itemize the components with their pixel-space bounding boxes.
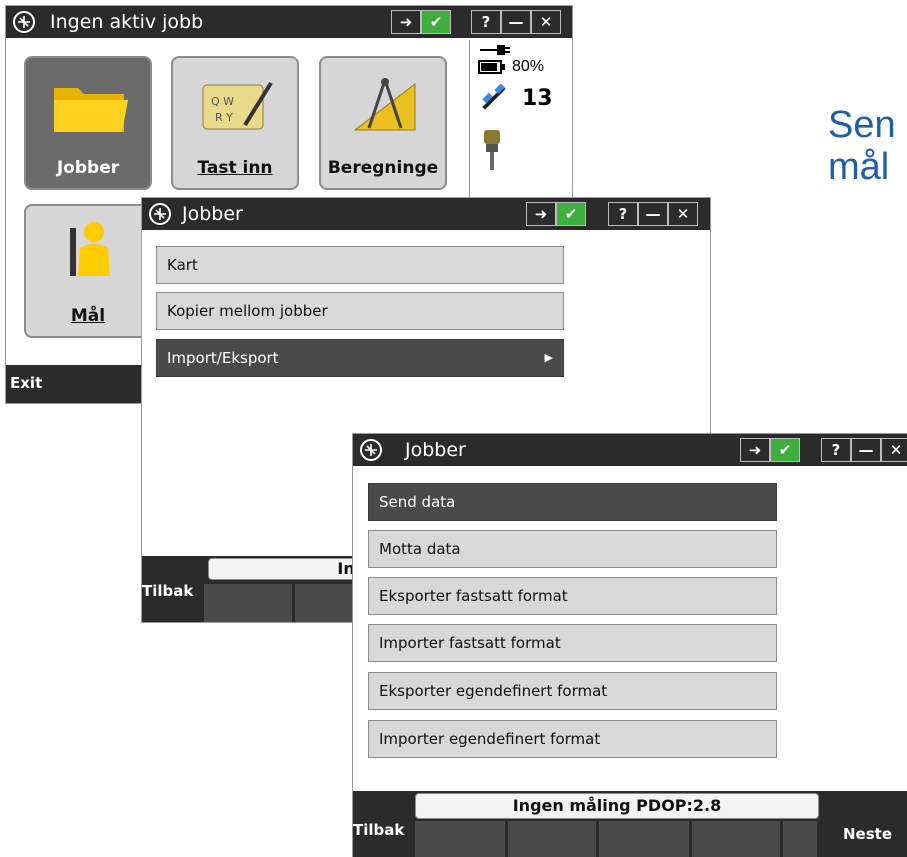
menu-item-label: Send data xyxy=(379,493,456,511)
softkey[interactable] xyxy=(599,821,689,857)
trimble-logo-icon xyxy=(13,11,35,33)
check-icon[interactable]: ✔ xyxy=(421,10,451,34)
help-button[interactable]: ? xyxy=(471,10,501,34)
back-button[interactable]: Tilbak xyxy=(142,582,193,600)
folder-icon xyxy=(54,88,128,132)
window-title: Jobber xyxy=(182,203,243,225)
status-bar: Ingen måling PDOP:2.8 xyxy=(415,793,819,819)
menu-item-motta-data[interactable]: Motta data xyxy=(368,530,777,568)
window-title: Ingen aktiv jobb xyxy=(50,11,204,33)
help-button[interactable]: ? xyxy=(821,438,851,462)
tile-label: Jobber xyxy=(56,158,120,178)
svg-text:R Y: R Y xyxy=(215,111,233,124)
menu-item-eksporter-fastsatt-format[interactable]: Eksporter fastsatt format xyxy=(368,577,777,615)
tile-label: Beregninge xyxy=(327,158,439,178)
gnss-receiver-icon xyxy=(484,130,500,170)
slide-heading-line2: mål xyxy=(828,146,890,188)
battery-level: 80% xyxy=(512,58,545,75)
compass-triangle-icon xyxy=(353,78,416,131)
menu-item-label: Eksporter fastsatt format xyxy=(379,587,568,605)
connect-icon[interactable]: ➜ xyxy=(391,10,421,34)
tile-beregninger[interactable]: Beregninge xyxy=(319,56,447,190)
exit-button[interactable]: Exit xyxy=(10,374,42,392)
bottom-bar: Ingen måling PDOP:2.8 Tilbak Neste xyxy=(353,791,907,857)
title-bar: Jobber ➜ ✔ ? — ✕ xyxy=(353,434,907,466)
check-icon[interactable]: ✔ xyxy=(770,438,800,462)
connect-icon[interactable]: ➜ xyxy=(526,202,556,226)
next-button[interactable]: Neste xyxy=(843,825,892,843)
menu-item-import-eksport[interactable]: Import/Eksport ▶ xyxy=(156,339,564,377)
window-title: Jobber xyxy=(405,439,466,461)
satellite-count: 13 xyxy=(522,86,553,111)
back-button[interactable]: Tilbak xyxy=(353,821,404,839)
menu-item-importer-fastsatt-format[interactable]: Importer fastsatt format xyxy=(368,624,777,662)
softkey[interactable] xyxy=(204,584,292,622)
menu-item-label: Kopier mellom jobber xyxy=(167,302,328,320)
menu-item-send-data[interactable]: Send data xyxy=(368,483,777,521)
tile-jobber[interactable]: Jobber xyxy=(24,56,152,190)
close-button[interactable]: ✕ xyxy=(531,10,561,34)
title-bar: Jobber ➜ ✔ ? — ✕ xyxy=(142,198,710,230)
softkey[interactable] xyxy=(692,821,780,857)
menu-item-importer-egendefinert-format[interactable]: Importer egendefinert format xyxy=(368,720,777,758)
status-text: Ingen måling PDOP:2.8 xyxy=(512,796,722,815)
jobber-submenu-window: Jobber ➜ ✔ ? — ✕ Send data Motta data Ek… xyxy=(352,433,907,857)
menu-item-label: Eksporter egendefinert format xyxy=(379,682,608,700)
softkey[interactable] xyxy=(508,821,596,857)
connect-icon[interactable]: ➜ xyxy=(740,438,770,462)
tile-tast-inn[interactable]: Q W R Y Tast inn xyxy=(171,56,299,190)
menu-item-kart[interactable]: Kart xyxy=(156,246,564,284)
menu-item-label: Kart xyxy=(167,256,198,274)
softkey[interactable] xyxy=(295,584,353,622)
check-icon[interactable]: ✔ xyxy=(556,202,586,226)
minimize-button[interactable]: — xyxy=(501,10,531,34)
help-button[interactable]: ? xyxy=(608,202,638,226)
surveyor-icon xyxy=(70,222,110,276)
menu-item-label: Import/Eksport xyxy=(167,349,279,367)
tile-mal[interactable]: Mål xyxy=(24,204,152,338)
submenu-arrow-icon: ▶ xyxy=(544,351,553,364)
menu-item-eksporter-egendefinert-format[interactable]: Eksporter egendefinert format xyxy=(368,672,777,710)
tile-label: Tast inn xyxy=(197,158,273,178)
trimble-logo-icon xyxy=(149,203,171,225)
trimble-logo-icon xyxy=(360,439,382,461)
keyboard-pen-icon: Q W R Y xyxy=(202,81,273,130)
svg-text:Q W: Q W xyxy=(211,95,234,108)
slide-heading: Sen mål xyxy=(828,104,896,188)
battery-icon xyxy=(478,60,505,74)
tile-label: Mål xyxy=(70,306,106,326)
menu-item-label: Importer egendefinert format xyxy=(379,730,601,748)
menu-item-label: Importer fastsatt format xyxy=(379,634,561,652)
softkey[interactable] xyxy=(415,821,505,857)
slide-heading-line1: Sen xyxy=(828,104,896,146)
menu-item-label: Motta data xyxy=(379,540,461,558)
satellite-icon xyxy=(482,84,506,110)
softkey[interactable] xyxy=(783,821,817,857)
minimize-button[interactable]: — xyxy=(638,202,668,226)
power-plug-icon xyxy=(480,45,510,55)
menu-item-kopier-mellom-jobber[interactable]: Kopier mellom jobber xyxy=(156,292,564,330)
close-button[interactable]: ✕ xyxy=(881,438,907,462)
close-button[interactable]: ✕ xyxy=(668,202,698,226)
title-bar: Ingen aktiv jobb ➜ ✔ ? — ✕ xyxy=(6,6,572,38)
minimize-button[interactable]: — xyxy=(851,438,881,462)
